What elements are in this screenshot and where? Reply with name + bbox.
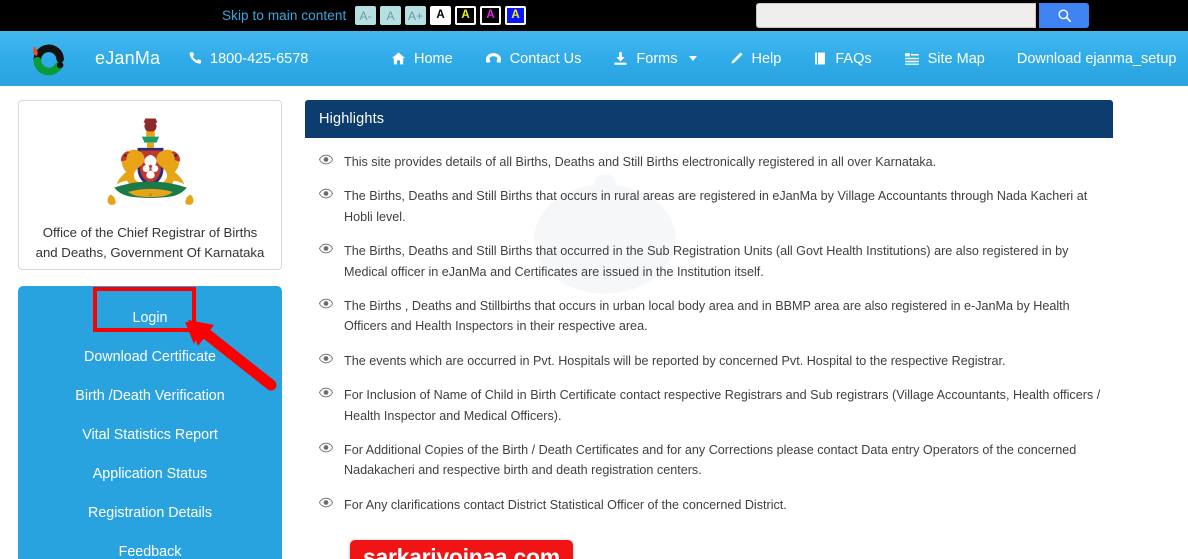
search-input[interactable]	[756, 3, 1036, 28]
list-item: The Births, Deaths and Still Births that…	[319, 186, 1105, 227]
sidebar-menu: Login Download Certificate Birth /Death …	[18, 286, 282, 559]
helpline-number: 1800-425-6578	[188, 51, 308, 67]
list-item-text: This site provides details of all Births…	[344, 152, 936, 172]
list-item-text: The Births, Deaths and Still Births that…	[344, 186, 1105, 227]
accessibility-controls: A- A A+ A A A A	[355, 6, 526, 25]
helpline-number-text: 1800-425-6578	[210, 51, 308, 67]
font-normal-button[interactable]: A	[380, 6, 401, 25]
eye-icon	[319, 353, 333, 364]
sidebar-item-login[interactable]: Login	[18, 298, 282, 337]
eye-icon	[319, 188, 333, 199]
sidebar-item-birth-death-verification[interactable]: Birth /Death Verification	[18, 376, 282, 415]
nav-item-home-label: Home	[414, 51, 453, 67]
search-icon	[1057, 8, 1072, 23]
list-item-text: For Any clarifications contact District …	[344, 495, 787, 515]
sitemap-icon	[904, 51, 920, 66]
telephone-icon	[485, 51, 502, 66]
list-item: The Births, Deaths and Still Births that…	[319, 241, 1105, 282]
nav-item-forms[interactable]: Forms	[597, 51, 712, 67]
telephone-handset-icon	[188, 51, 203, 66]
contrast-magenta-on-black-button[interactable]: A	[480, 6, 501, 25]
search-button[interactable]	[1039, 3, 1089, 28]
list-item: The events which are occurred in Pvt. Ho…	[319, 351, 1105, 371]
site-watermark-badge: sarkariyojnaa.com	[350, 540, 573, 559]
nav-item-site-map[interactable]: Site Map	[888, 51, 1001, 67]
pencil-icon	[729, 51, 744, 66]
list-item: The Births , Deaths and Stillbirths that…	[319, 296, 1105, 337]
site-search	[756, 3, 1089, 28]
sidebar-item-download-certificate[interactable]: Download Certificate	[18, 337, 282, 376]
nav-item-site-map-label: Site Map	[928, 51, 985, 67]
contrast-yellow-on-blue-button[interactable]: A	[505, 6, 526, 25]
list-item: This site provides details of all Births…	[319, 152, 1105, 172]
skip-to-main-content-link[interactable]: Skip to main content	[222, 8, 346, 23]
left-sidebar: ਸ਴੤ Office of the Chief Registrar of Bir…	[18, 100, 282, 559]
eye-icon	[319, 298, 333, 309]
contrast-yellow-on-black-button[interactable]: A	[455, 6, 476, 25]
home-icon	[391, 51, 406, 66]
nav-item-contact-us[interactable]: Contact Us	[469, 51, 598, 67]
highlights-panel-title: Highlights	[305, 100, 1113, 138]
list-item: For Any clarifications contact District …	[319, 495, 1105, 515]
nav-item-faqs-label: FAQs	[835, 51, 871, 67]
list-item: For Inclusion of Name of Child in Birth …	[319, 385, 1105, 426]
nav-item-help-label: Help	[752, 51, 782, 67]
nav-item-download-ejanma-setup-label: Download ejanma_setup	[1017, 51, 1177, 67]
page-body: ਸ਴੤ Office of the Chief Registrar of Bir…	[0, 86, 1188, 559]
list-item-text: The Births, Deaths and Still Births that…	[344, 241, 1105, 282]
eye-icon	[319, 243, 333, 254]
nav-item-forms-label: Forms	[636, 51, 677, 67]
nav-item-faqs[interactable]: FAQs	[797, 51, 887, 67]
list-item-text: For Additional Copies of the Birth / Dea…	[344, 440, 1105, 481]
main-content: Highlights This site provides details of…	[305, 100, 1113, 525]
accessibility-topbar: Skip to main content A- A A+ A A A A	[0, 0, 1188, 31]
book-icon	[813, 51, 827, 66]
list-item: For Additional Copies of the Birth / Dea…	[319, 440, 1105, 481]
list-item-text: The events which are occurred in Pvt. Ho…	[344, 351, 1006, 371]
nav-item-download-ejanma-setup[interactable]: Download ejanma_setup	[1001, 51, 1188, 67]
nav-items: Home Contact Us Forms Help FAQs Site Map…	[375, 51, 1188, 67]
brand-name: eJanMa	[95, 48, 160, 69]
nav-item-contact-us-label: Contact Us	[510, 51, 582, 67]
emblem-caption: Office of the Chief Registrar of Births …	[31, 223, 269, 263]
sidebar-item-application-status[interactable]: Application Status	[18, 454, 282, 493]
download-icon	[613, 51, 628, 66]
eye-icon	[319, 497, 333, 508]
karnataka-state-emblem: ਸ਴੤	[98, 115, 203, 217]
nav-item-home[interactable]: Home	[375, 51, 469, 67]
main-navbar: eJanMa 1800-425-6578 Home Contact Us For…	[0, 31, 1188, 86]
eye-icon	[319, 387, 333, 398]
list-item-text: For Inclusion of Name of Child in Birth …	[344, 385, 1105, 426]
contrast-default-button[interactable]: A	[430, 6, 451, 25]
state-emblem-card: ਸ਴੤ Office of the Chief Registrar of Bir…	[18, 100, 282, 270]
eye-icon	[319, 154, 333, 165]
highlights-list: This site provides details of all Births…	[305, 138, 1113, 525]
eye-icon	[319, 442, 333, 453]
sidebar-item-registration-details[interactable]: Registration Details	[18, 493, 282, 532]
svg-text:ਸ਴੤: ਸ਴੤	[148, 193, 152, 197]
nav-item-help[interactable]: Help	[713, 51, 798, 67]
ejanma-logo[interactable]	[26, 40, 70, 78]
font-decrease-button[interactable]: A-	[355, 6, 376, 25]
list-item-text: The Births , Deaths and Stillbirths that…	[344, 296, 1105, 337]
sidebar-item-feedback[interactable]: Feedback	[18, 532, 282, 559]
sidebar-item-vital-statistics-report[interactable]: Vital Statistics Report	[18, 415, 282, 454]
chevron-down-icon	[689, 56, 697, 61]
font-increase-button[interactable]: A+	[405, 6, 426, 25]
